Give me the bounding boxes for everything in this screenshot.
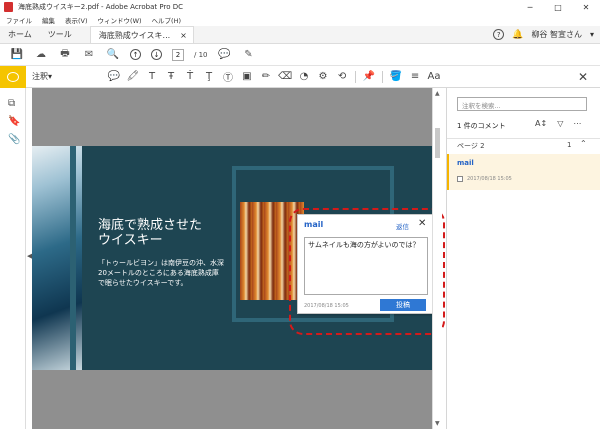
card-timestamp: 2017/08/18 15:05 xyxy=(467,176,512,182)
slide-title-line1: 海底で熟成させた xyxy=(98,218,203,233)
pen-icon[interactable]: ✎ xyxy=(242,48,256,62)
comment-icon[interactable]: 💬 xyxy=(218,48,232,62)
tab-document[interactable]: 海底熟成ウイスキ... × xyxy=(89,26,194,43)
highlighter-icon[interactable]: 🖍 xyxy=(127,70,140,84)
menu-bar: ファイル 編集 表示(V) ウィンドウ(W) ヘルプ(H) xyxy=(0,14,600,26)
slide-title-line2: ウイスキー xyxy=(98,233,163,248)
slide-text-block: 海底で熟成させた ウイスキー 「トゥールビヨン」は南伊豆の沖、水深 20メートル… xyxy=(98,218,248,288)
window-controls: ─ □ ✕ xyxy=(516,0,600,14)
card-author: mail xyxy=(457,159,474,167)
menu-view[interactable]: 表示(V) xyxy=(65,15,88,25)
text-properties-icon[interactable]: Aa xyxy=(428,70,441,84)
comment-count: 1 件のコメント xyxy=(457,122,506,130)
panel-tools: A↕ ▽ ⋯ xyxy=(535,119,581,128)
fill-color-icon[interactable]: 🪣 xyxy=(390,70,402,84)
document-tab-label: 海底熟成ウイスキ... xyxy=(98,30,171,40)
next-page-icon[interactable]: ↓ xyxy=(151,49,162,60)
left-navigation: ⧉ 🔖 📎 xyxy=(0,88,26,429)
pencil-icon[interactable]: ✏ xyxy=(260,70,272,84)
attach-icon[interactable]: ⟲ xyxy=(336,70,348,84)
slide-body-line1: 「トゥールビヨン」は南伊豆の沖、水深 xyxy=(98,259,224,267)
insert-text-icon[interactable]: Ţ xyxy=(203,70,215,84)
slide-body-line2: 20メートルのところにある海底熟成庫 xyxy=(98,269,219,277)
underline-text-icon[interactable]: T xyxy=(146,70,158,84)
menu-window[interactable]: ウィンドウ(W) xyxy=(98,15,142,25)
tab-home[interactable]: ホーム xyxy=(0,26,40,43)
page-number-input[interactable]: 2 xyxy=(172,48,184,61)
save-icon[interactable]: 💾 xyxy=(10,48,24,62)
stamp-icon[interactable]: ⚙ xyxy=(317,70,329,84)
bookmark-icon[interactable]: 🔖 xyxy=(8,116,20,127)
slide-body-line3: で眠らせたウイスキーです。 xyxy=(98,279,188,287)
menu-help[interactable]: ヘルプ(H) xyxy=(152,15,181,25)
slide-body: 「トゥールビヨン」は南伊豆の沖、水深 20メートルのところにある海底熟成庫 で眠… xyxy=(98,258,248,288)
comment-list-item[interactable]: mail 2017/08/18 15:05 xyxy=(447,154,600,190)
sort-icon[interactable]: A↕ xyxy=(535,119,547,128)
line-weight-icon[interactable]: ≡ xyxy=(409,70,421,84)
annotation-dropdown-icon: ▾ xyxy=(48,72,53,81)
tab-tools[interactable]: ツール xyxy=(40,26,80,43)
toolbar-divider xyxy=(382,70,384,83)
page-total: / 10 xyxy=(194,50,208,59)
annotation-label: 注釈 xyxy=(32,72,48,81)
filter-icon[interactable]: ▽ xyxy=(557,119,563,128)
menu-file[interactable]: ファイル xyxy=(6,15,32,25)
close-tab-icon[interactable]: × xyxy=(180,31,187,40)
replace-text-icon[interactable]: Ṫ xyxy=(184,70,196,84)
attachment-icon[interactable]: 📎 xyxy=(8,134,20,145)
sticky-note-icon[interactable]: 💬 xyxy=(108,70,120,84)
page-group-label: ページ 2 xyxy=(457,142,485,150)
acrobat-icon xyxy=(4,2,13,12)
minimize-button[interactable]: ─ xyxy=(516,0,544,14)
strikethrough-text-icon[interactable]: Ŧ xyxy=(165,70,177,84)
menu-edit[interactable]: 編集 xyxy=(42,15,55,25)
mail-icon[interactable]: ✉ xyxy=(82,48,96,62)
upload-icon[interactable]: ☁ xyxy=(34,48,48,62)
tab-bar: ホーム ツール 海底熟成ウイスキ... × ? 🔔 柳谷 智宣さん ▾ xyxy=(0,26,600,44)
add-note-to-text-icon[interactable]: Ⓣ xyxy=(222,70,234,84)
page-group-header[interactable]: ページ 2 1 ⌃ xyxy=(447,138,600,152)
user-menu-chevron-icon[interactable]: ▾ xyxy=(590,30,594,39)
toolbar-divider xyxy=(355,70,357,83)
bell-icon[interactable]: 🔔 xyxy=(512,30,523,40)
page-thumbnails-icon[interactable]: ⧉ xyxy=(8,98,15,109)
pin-icon[interactable]: 📌 xyxy=(363,70,375,84)
chevron-up-icon[interactable]: ⌃ xyxy=(580,139,587,148)
comment-toolbar: 注釈▾ 💬 🖍 T Ŧ Ṫ Ţ Ⓣ ▣ ✏ ⌫ ◔ ⚙ ⟲ 📌 🪣 ≡ Aa ✕ xyxy=(0,65,600,88)
text-box-icon[interactable]: ▣ xyxy=(241,70,253,84)
previous-page-icon[interactable]: ↑ xyxy=(130,49,141,60)
highlight-ring xyxy=(289,208,445,335)
main-toolbar: 💾 ☁ 🖶 ✉ 🔍 ↑ ↓ 2 / 10 💬 ✎ xyxy=(0,44,600,66)
shapes-icon[interactable]: ◔ xyxy=(298,70,310,84)
eraser-icon[interactable]: ⌫ xyxy=(278,70,292,84)
user-name[interactable]: 柳谷 智宣さん xyxy=(531,29,582,40)
close-window-button[interactable]: ✕ xyxy=(572,0,600,14)
window-title: 海底熟成ウイスキー2.pdf - Adobe Acrobat Pro DC xyxy=(18,3,183,11)
comment-search-input[interactable]: 注釈を検索... xyxy=(457,97,587,111)
print-icon[interactable]: 🖶 xyxy=(58,48,72,62)
scroll-down-icon[interactable]: ▼ xyxy=(435,420,440,427)
scroll-thumb[interactable] xyxy=(435,128,440,158)
annotation-menu[interactable]: 注釈▾ xyxy=(32,71,52,82)
comment-mode-icon[interactable] xyxy=(0,65,26,88)
maximize-button[interactable]: □ xyxy=(544,0,572,14)
document-scrollbar[interactable]: ▲ ▼ xyxy=(432,88,442,429)
comment-checkbox[interactable] xyxy=(457,176,463,182)
more-options-icon[interactable]: ⋯ xyxy=(573,119,581,128)
scroll-up-icon[interactable]: ▲ xyxy=(435,90,440,97)
close-comment-toolbar-icon[interactable]: ✕ xyxy=(578,70,588,84)
search-icon[interactable]: 🔍 xyxy=(106,48,120,62)
title-bar: 海底熟成ウイスキー2.pdf - Adobe Acrobat Pro DC ─ … xyxy=(0,0,600,14)
comments-panel: 注釈を検索... 1 件のコメント A↕ ▽ ⋯ ページ 2 1 ⌃ mail … xyxy=(446,88,600,429)
help-icon[interactable]: ? xyxy=(493,29,505,40)
page-group-count: 1 xyxy=(567,141,572,149)
